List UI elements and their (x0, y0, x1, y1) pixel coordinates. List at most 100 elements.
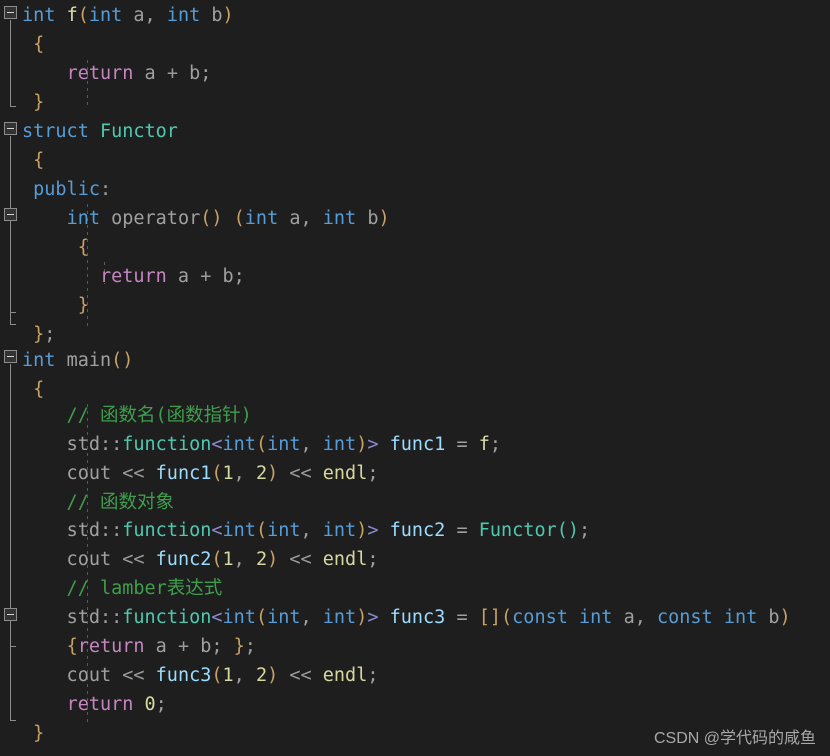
line-struct-functor[interactable]: struct Functor (22, 117, 178, 146)
code-editor[interactable]: int f(int a, int b) { return a + b; } str… (0, 0, 830, 756)
code-token: f (478, 434, 490, 455)
code-token: < (211, 520, 223, 541)
code-token: + (177, 636, 190, 657)
code-token: < (211, 434, 223, 455)
code-token: ) (378, 208, 390, 229)
line-struct-close-brace[interactable]: }; (22, 320, 55, 349)
line-cout-func1[interactable]: cout << func1(1, 2) << endl; (22, 459, 379, 488)
line-func-f-open-brace[interactable]: { (22, 30, 44, 59)
line-operator-open-brace[interactable]: { (22, 233, 89, 262)
code-token: ; (489, 434, 502, 455)
code-token: ; (44, 324, 56, 345)
fold-marker-lambda-icon[interactable] (4, 608, 17, 621)
code-token: Functor (478, 520, 557, 541)
line-main-return[interactable]: return 0; (22, 690, 167, 719)
code-token: 1 (222, 549, 234, 570)
line-func-f-close-brace[interactable]: } (22, 88, 44, 117)
code-token: // lamber表达式 (22, 578, 223, 599)
code-token: , (233, 463, 256, 484)
code-token: int (222, 434, 256, 455)
code-token: f (66, 5, 78, 26)
line-func3-declaration[interactable]: std::function<int(int, int)> func3 = [](… (22, 603, 791, 632)
code-token: public (33, 179, 100, 200)
fold-marker-struct-icon[interactable] (4, 122, 17, 135)
line-func-f-return[interactable]: return a + b; (22, 59, 212, 88)
code-token: << (122, 549, 145, 570)
line-func2-declaration[interactable]: std::function<int(int, int)> func2 = Fun… (22, 516, 591, 545)
line-main-open-brace[interactable]: { (22, 375, 44, 404)
code-token: ; (367, 463, 379, 484)
line-operator-return[interactable]: return a + b; (22, 262, 245, 291)
fold-region-line (10, 222, 11, 312)
code-token: a (133, 63, 167, 84)
line-comment-function-pointer[interactable]: // 函数名(函数指针) (22, 401, 252, 430)
fold-region-end-tick (10, 720, 16, 721)
code-token: ) (356, 520, 368, 541)
line-main-close-brace[interactable]: } (22, 719, 44, 748)
code-token: main (66, 350, 112, 371)
code-token: + (166, 63, 178, 84)
code-token: cout (22, 463, 123, 484)
line-cout-func2[interactable]: cout << func2(1, 2) << endl; (22, 545, 379, 574)
code-token: = (445, 607, 479, 628)
code-token: () (200, 208, 223, 229)
code-token: a, (122, 5, 167, 26)
line-comment-lambda[interactable]: // lamber表达式 (22, 574, 223, 603)
line-operator-close-brace[interactable]: } (22, 291, 89, 320)
code-token: struct (22, 121, 89, 142)
fold-marker-main-icon[interactable] (4, 350, 17, 363)
code-token: () (111, 350, 134, 371)
code-token: } (22, 324, 45, 345)
code-token: a, (278, 208, 323, 229)
line-func1-declaration[interactable]: std::function<int(int, int)> func1 = f; (22, 430, 501, 459)
line-cout-func3[interactable]: cout << func3(1, 2) << endl; (22, 661, 379, 690)
code-token: = (445, 520, 479, 541)
fold-marker-f-icon[interactable] (4, 6, 17, 19)
code-token: func3 (155, 665, 212, 686)
code-token: ; (579, 520, 591, 541)
code-token: , (233, 665, 256, 686)
line-struct-open-brace[interactable]: { (22, 146, 44, 175)
code-token: int (579, 607, 613, 628)
code-token: const (657, 607, 713, 628)
code-token: int (322, 208, 357, 229)
code-token: 1 (222, 463, 234, 484)
line-comment-function-object[interactable]: // 函数对象 (22, 488, 174, 517)
code-token: b; (189, 636, 234, 657)
code-token: b (757, 607, 780, 628)
fold-marker-operator-icon[interactable] (4, 208, 17, 221)
code-token: { (22, 379, 45, 400)
code-token: > (367, 434, 379, 455)
code-token: ; (367, 549, 379, 570)
code-token: 2 (255, 463, 268, 484)
code-token: ( (255, 434, 268, 455)
line-public-label[interactable]: public: (22, 175, 111, 204)
code-token: a (166, 266, 201, 287)
fold-region-end-tick (10, 106, 16, 107)
fold-gutter[interactable] (0, 0, 22, 756)
line-operator-signature[interactable]: int operator() (int a, int b) (22, 204, 390, 233)
line-func-f-signature[interactable]: int f(int a, int b) (22, 1, 234, 30)
line-lambda-body[interactable]: {return a + b; }; (22, 632, 256, 661)
code-token: int (723, 607, 758, 628)
code-token: :: (99, 607, 123, 628)
code-token: endl (322, 549, 368, 570)
code-token: a, (612, 607, 657, 628)
code-token: cout (22, 665, 123, 686)
code-token: } (22, 92, 45, 113)
line-main-signature[interactable]: int main() (22, 346, 133, 375)
code-token: ( (211, 549, 223, 570)
code-token: ) (267, 549, 279, 570)
